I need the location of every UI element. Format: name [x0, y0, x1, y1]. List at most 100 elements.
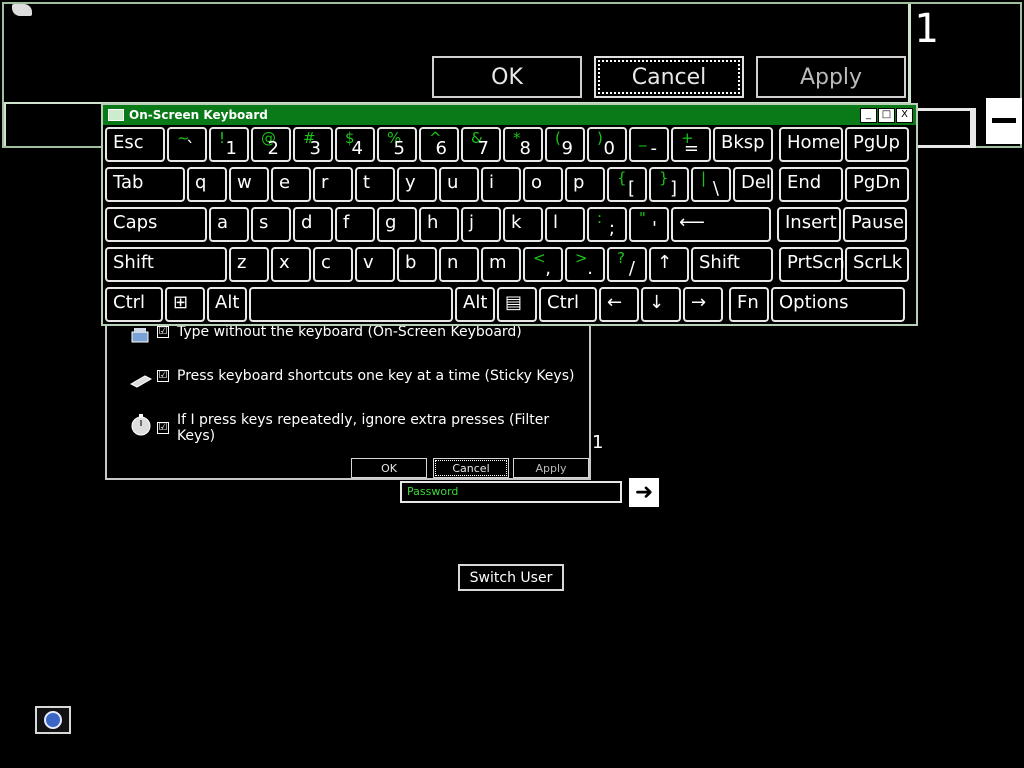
dialog-count: 1 — [592, 432, 604, 453]
osk-key[interactable]: g — [377, 207, 417, 242]
osk-key[interactable]: (9 — [545, 127, 585, 162]
osk-key[interactable]: w — [229, 167, 269, 202]
osk-key[interactable]: @2 — [251, 127, 291, 162]
osk-key[interactable]: Insert — [777, 207, 841, 242]
osk-key[interactable]: c — [313, 247, 353, 282]
osk-key[interactable]: i — [481, 167, 521, 202]
osk-key[interactable]: y — [397, 167, 437, 202]
osk-key[interactable] — [249, 287, 453, 322]
osk-key[interactable]: " ' — [629, 207, 669, 242]
osk-key[interactable]: Alt — [455, 287, 495, 322]
switch-user-button[interactable]: Switch User — [458, 564, 564, 591]
osk-key[interactable]: Del — [733, 167, 773, 202]
osk-key[interactable]: ↑ — [649, 247, 689, 282]
osk-key[interactable]: {[ — [607, 167, 647, 202]
option-osk[interactable]: ☑ Type without the keyboard (On-Screen K… — [157, 324, 522, 340]
osk-key-base-label: ' — [652, 218, 657, 239]
osk-key[interactable]: Esc — [105, 127, 165, 162]
osk-key[interactable]: PgUp — [845, 127, 909, 162]
osk-key[interactable]: z — [229, 247, 269, 282]
osk-key[interactable]: Tab — [105, 167, 185, 202]
magnified-apply-button[interactable]: Apply — [756, 56, 906, 98]
magnified-ok-button[interactable]: OK — [432, 56, 582, 98]
osk-key[interactable]: l — [545, 207, 585, 242]
dialog-cancel-button[interactable]: Cancel — [433, 458, 509, 478]
osk-key[interactable]: ScrLk — [845, 247, 909, 282]
password-input[interactable]: Password — [400, 481, 622, 503]
osk-key[interactable]: m — [481, 247, 521, 282]
osk-key[interactable]: #3 — [293, 127, 333, 162]
option-sticky-keys[interactable]: ☑ Press keyboard shortcuts one key at a … — [157, 368, 574, 384]
osk-key[interactable]: >. — [565, 247, 605, 282]
osk-key[interactable]: PgDn — [845, 167, 909, 202]
osk-key[interactable]: a — [209, 207, 249, 242]
osk-key[interactable]: ↓ — [641, 287, 681, 322]
osk-key[interactable]: Bksp — [713, 127, 773, 162]
osk-key[interactable]: h — [419, 207, 459, 242]
osk-key[interactable]: % 5 — [377, 127, 417, 162]
osk-key[interactable]: PrtScn — [779, 247, 845, 282]
ease-of-access-icon[interactable] — [35, 706, 71, 734]
dialog-apply-button[interactable]: Apply — [513, 458, 589, 478]
osk-key[interactable]: * 8 — [503, 127, 543, 162]
osk-key[interactable]: o — [523, 167, 563, 202]
osk-key[interactable]: t — [355, 167, 395, 202]
magnifier-minus-icon[interactable] — [986, 98, 1022, 144]
osk-key-label: v — [363, 252, 374, 273]
osk-key[interactable]: & 7 — [461, 127, 501, 162]
osk-key[interactable]: Options — [771, 287, 905, 322]
osk-key[interactable]: k — [503, 207, 543, 242]
osk-key[interactable]: d — [293, 207, 333, 242]
osk-key[interactable]: j — [461, 207, 501, 242]
osk-key[interactable]: :; — [587, 207, 627, 242]
osk-key[interactable]: }] — [649, 167, 689, 202]
osk-key[interactable]: ^ 6 — [419, 127, 459, 162]
osk-key[interactable]: Home — [779, 127, 843, 162]
osk-key[interactable]: u — [439, 167, 479, 202]
osk-key[interactable]: End — [779, 167, 843, 202]
osk-key[interactable]: | \ — [691, 167, 731, 202]
osk-key[interactable]: Pause — [843, 207, 907, 242]
submit-arrow-button[interactable]: ➜ — [628, 477, 660, 508]
osk-key[interactable]: Alt — [207, 287, 247, 322]
osk-title-bar[interactable]: On-Screen Keyboard _ □ X — [103, 105, 916, 125]
filter-keys-checkbox[interactable]: ☑ — [157, 422, 169, 434]
osk-key[interactable]: ▤ — [497, 287, 537, 322]
osk-key[interactable]: _ - — [629, 127, 669, 162]
osk-key[interactable]: p — [565, 167, 605, 202]
osk-key[interactable]: ? / — [607, 247, 647, 282]
osk-key[interactable]: $4 — [335, 127, 375, 162]
osk-key[interactable]: n — [439, 247, 479, 282]
osk-key[interactable]: ! 1 — [209, 127, 249, 162]
option-filter-keys[interactable]: ☑ If I press keys repeatedly, ignore ext… — [157, 412, 589, 444]
osk-checkbox[interactable]: ☑ — [157, 326, 169, 338]
osk-key[interactable]: ) 0 — [587, 127, 627, 162]
osk-key[interactable]: Fn — [729, 287, 769, 322]
osk-key[interactable]: ⊞ — [165, 287, 205, 322]
osk-key[interactable]: Ctrl — [539, 287, 597, 322]
maximize-button[interactable]: □ — [878, 108, 895, 123]
osk-key[interactable]: <, — [523, 247, 563, 282]
osk-key[interactable]: q — [187, 167, 227, 202]
osk-key[interactable]: r — [313, 167, 353, 202]
osk-key[interactable]: ⟵ — [671, 207, 771, 242]
osk-key[interactable]: e — [271, 167, 311, 202]
close-button[interactable]: X — [896, 108, 913, 123]
osk-key[interactable]: s — [251, 207, 291, 242]
osk-key[interactable]: v — [355, 247, 395, 282]
minimize-button[interactable]: _ — [860, 108, 877, 123]
osk-key[interactable]: Shift — [691, 247, 773, 282]
osk-key[interactable]: Shift — [105, 247, 227, 282]
osk-key[interactable]: b — [397, 247, 437, 282]
osk-key[interactable]: ← — [599, 287, 639, 322]
osk-key[interactable]: + = — [671, 127, 711, 162]
osk-key[interactable]: Caps — [105, 207, 207, 242]
osk-key[interactable]: f — [335, 207, 375, 242]
osk-key[interactable]: ~ ` — [167, 127, 207, 162]
osk-key[interactable]: → — [683, 287, 723, 322]
osk-key[interactable]: x — [271, 247, 311, 282]
magnified-cancel-button[interactable]: Cancel — [594, 56, 744, 98]
osk-key[interactable]: Ctrl — [105, 287, 163, 322]
sticky-keys-checkbox[interactable]: ☑ — [157, 370, 169, 382]
dialog-ok-button[interactable]: OK — [351, 458, 427, 478]
